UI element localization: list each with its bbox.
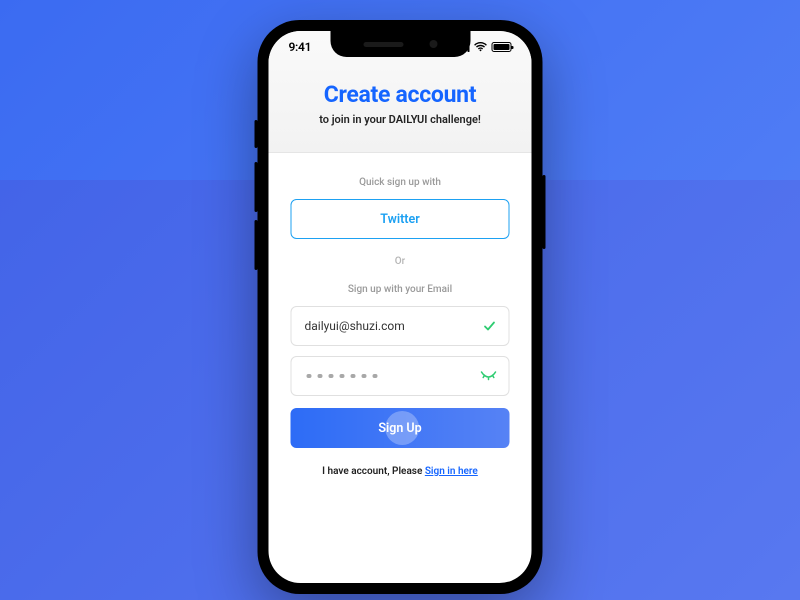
touch-ripple-icon [385,411,419,445]
quick-signup-label: Quick sign up with [291,177,510,188]
battery-icon [492,42,512,52]
email-signup-label: Sign up with your Email [291,284,510,295]
status-time: 9:41 [289,40,312,54]
eye-closed-icon[interactable] [481,371,497,381]
signin-footer: I have account, Please Sign in here [291,466,510,477]
wifi-icon [474,42,488,52]
password-field-wrapper [291,356,510,396]
power-button [543,175,546,249]
twitter-button-label: Twitter [380,212,419,227]
signup-button[interactable]: Sign Up [291,408,510,448]
page-subtitle: to join in your DAILYUI challenge! [289,113,512,126]
signin-prefix: I have account, Please [322,466,425,477]
signup-form: Quick sign up with Twitter Or Sign up wi… [269,153,532,477]
phone-notch [330,31,470,57]
email-field[interactable] [305,319,473,333]
email-field-wrapper [291,306,510,346]
signin-link[interactable]: Sign in here [425,466,478,477]
mute-switch [255,120,258,148]
page-title: Create account [289,81,512,108]
camera-icon [429,40,437,48]
volume-down-button [255,220,258,270]
volume-up-button [255,162,258,212]
password-field[interactable] [305,374,378,379]
speaker-icon [363,42,403,47]
phone-frame: 9:41 Create account to join in your DAIL… [258,20,543,594]
checkmark-icon [483,319,497,333]
divider-label: Or [291,256,510,267]
phone-screen: 9:41 Create account to join in your DAIL… [269,31,532,583]
twitter-button[interactable]: Twitter [291,199,510,239]
